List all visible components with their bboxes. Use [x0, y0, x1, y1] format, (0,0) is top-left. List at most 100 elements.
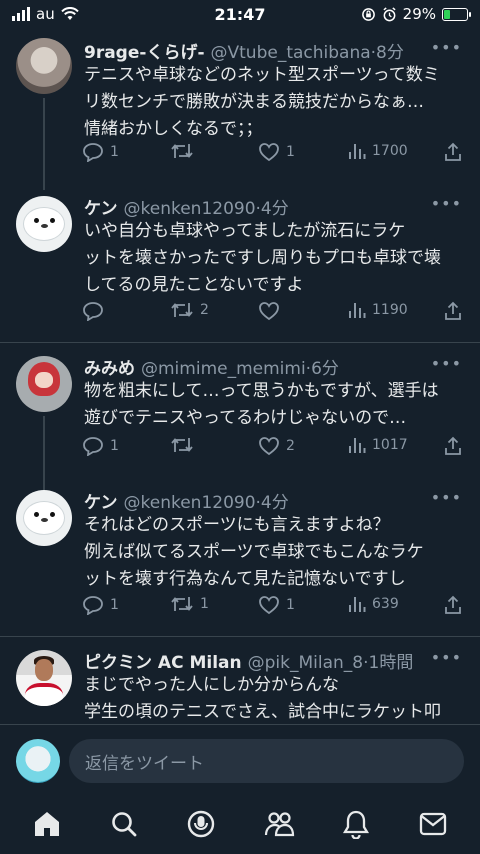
like-button[interactable]: 2 — [258, 436, 295, 456]
avatar-eye — [50, 512, 55, 517]
text-line: リ数センチで勝敗が決まる競技だからなぁ… — [84, 92, 424, 112]
share-button[interactable] — [444, 142, 462, 162]
more-icon[interactable]: ••• — [431, 194, 462, 213]
tab-notifications[interactable] — [332, 800, 380, 848]
retweet-button[interactable] — [170, 142, 200, 160]
tab-spaces[interactable] — [177, 800, 225, 848]
retweet-button[interactable] — [170, 436, 200, 454]
status-right: 29% — [361, 5, 471, 23]
thread-line — [43, 98, 45, 190]
spaces-icon — [188, 810, 215, 838]
text-line: 情緒おかしくなるで；； — [84, 119, 263, 139]
share-icon — [445, 142, 461, 161]
bottom-tab-bar — [0, 794, 480, 854]
reply-button[interactable]: 1 — [82, 142, 119, 162]
view-count: 1700 — [372, 143, 408, 159]
avatar[interactable] — [16, 38, 72, 94]
heart-icon — [259, 596, 279, 615]
like-button[interactable]: 1 — [258, 142, 295, 162]
text-line: ットを壊さかったですし周りもプロも卓球で壊 — [84, 248, 441, 268]
like-button[interactable] — [258, 301, 286, 321]
text-line: してるの見たことないですよ — [84, 275, 304, 295]
avatar[interactable] — [16, 650, 72, 706]
reply-input[interactable]: 返信をツイート — [69, 739, 464, 783]
tab-communities[interactable] — [255, 800, 303, 848]
handle[interactable]: @Vtube_tachibana — [211, 43, 371, 63]
battery-icon — [442, 7, 471, 21]
avatar-face — [35, 659, 53, 681]
status-bar: au 21:47 29% — [0, 0, 480, 28]
like-count: 1 — [286, 597, 295, 613]
messages-icon — [420, 812, 447, 836]
display-name[interactable]: ケン — [84, 488, 118, 513]
handle[interactable]: @mimime_memimi — [141, 359, 306, 379]
avatar-face — [35, 372, 53, 388]
carrier-label: au — [36, 5, 55, 23]
text-line: それはどのスポーツにも言えますよね？ — [84, 515, 390, 535]
timestamp: ·1時間 — [363, 653, 414, 673]
avatar-shirt — [25, 683, 63, 706]
tweet-text: それはどのスポーツにも言えますよね？ 例えば似てるスポーツで卓球でもこんなラケ … — [84, 512, 468, 593]
reply-count: 1 — [110, 597, 119, 613]
share-button[interactable] — [444, 436, 462, 456]
more-icon[interactable]: ••• — [431, 488, 462, 507]
avatar[interactable] — [16, 490, 72, 546]
display-name[interactable]: ピクミン AC Milan — [84, 648, 242, 673]
retweet-button[interactable]: 2 — [170, 301, 209, 319]
handle[interactable]: @kenken12090 — [124, 199, 256, 219]
tab-home[interactable] — [23, 800, 71, 848]
like-count: 2 — [286, 438, 295, 454]
view-count: 1017 — [372, 437, 408, 453]
views-button[interactable]: 1017 — [348, 436, 408, 454]
avatar-eye — [50, 218, 55, 223]
text-line: 例えば似てるスポーツで卓球でもこんなラケ — [84, 542, 424, 562]
display-name[interactable]: 9rage-くらげ- — [84, 38, 205, 63]
conversation-divider — [0, 636, 480, 637]
avatar-nose — [41, 224, 48, 228]
more-icon[interactable]: ••• — [431, 354, 462, 373]
timestamp: ·6分 — [305, 359, 339, 379]
retweet-icon — [171, 438, 193, 452]
display-name[interactable]: ケン — [84, 194, 118, 219]
views-button[interactable]: 1700 — [348, 142, 408, 160]
tab-messages[interactable] — [409, 800, 457, 848]
retweet-icon — [171, 144, 193, 158]
share-icon — [445, 595, 461, 614]
my-avatar[interactable] — [16, 739, 60, 783]
like-count: 1 — [286, 144, 295, 160]
handle[interactable]: @pik_Milan_8 — [248, 653, 363, 673]
retweet-button[interactable]: 1 — [170, 595, 209, 613]
retweet-count: 2 — [200, 302, 209, 318]
heart-icon — [259, 437, 279, 456]
heart-icon — [259, 143, 279, 162]
status-left: au — [12, 5, 79, 23]
search-icon — [112, 812, 137, 837]
like-button[interactable]: 1 — [258, 595, 295, 615]
reply-button[interactable]: 1 — [82, 595, 119, 615]
views-button[interactable]: 1190 — [348, 301, 408, 319]
signal-icon — [12, 7, 30, 21]
views-button[interactable]: 639 — [348, 595, 399, 613]
reply-icon — [83, 596, 103, 615]
reply-button[interactable]: 1 — [82, 436, 119, 456]
action-bar: 1 1 1700 — [82, 142, 468, 164]
avatar[interactable] — [16, 196, 72, 252]
more-icon[interactable]: ••• — [431, 38, 462, 57]
avatar[interactable] — [16, 356, 72, 412]
retweet-icon — [171, 597, 193, 611]
share-button[interactable] — [444, 595, 462, 615]
action-bar: 2 1190 — [82, 301, 468, 323]
more-icon[interactable]: ••• — [431, 648, 462, 667]
tab-search[interactable] — [100, 800, 148, 848]
share-button[interactable] — [444, 301, 462, 321]
conversation-divider — [0, 342, 480, 343]
reply-button[interactable] — [82, 301, 110, 321]
orientation-lock-icon — [361, 7, 375, 21]
reply-thread-feed[interactable]: 9rage-くらげ- @Vtube_tachibana ·8分 ••• テニスや… — [0, 28, 480, 724]
reply-count: 1 — [110, 144, 119, 160]
handle[interactable]: @kenken12090 — [124, 493, 256, 513]
text-line: 学生の頃のテニスでさえ、試合中にラケット叩 — [84, 702, 441, 722]
reply-icon — [83, 302, 103, 321]
display-name[interactable]: みみめ — [84, 354, 135, 379]
tweet-text: 物を粗末にして…って思うかもですが、選手は 遊びでテニスやってるわけじゃないので… — [84, 378, 468, 432]
